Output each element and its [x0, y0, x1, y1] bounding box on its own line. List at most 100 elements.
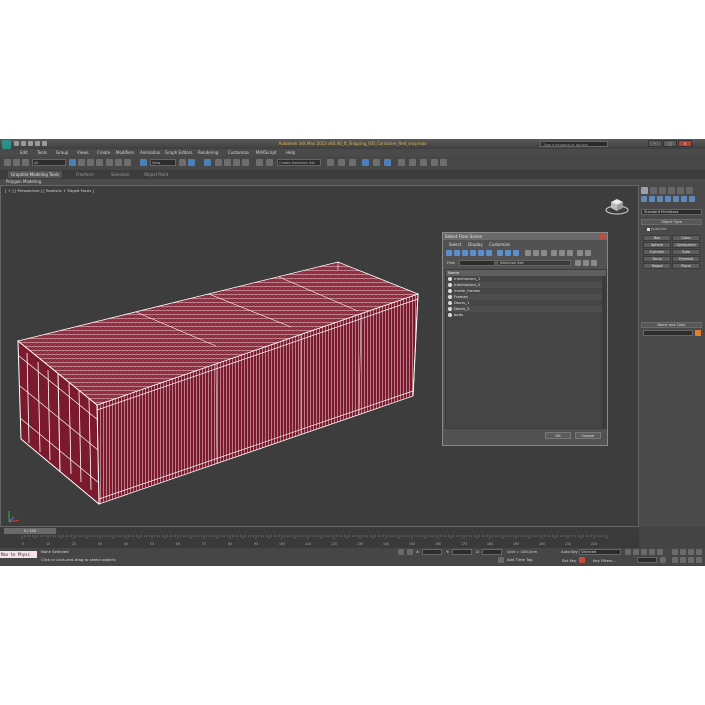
align-icon[interactable] — [327, 159, 334, 166]
select-invert-icon[interactable] — [567, 250, 573, 256]
dialog-options-icon[interactable] — [591, 260, 597, 266]
cone-button[interactable]: Cone — [672, 235, 700, 241]
previous-frame-icon[interactable] — [633, 549, 639, 555]
list-scrollbar[interactable] — [602, 276, 606, 428]
menu-animation[interactable]: Animation — [140, 150, 160, 155]
next-frame-icon[interactable] — [649, 549, 655, 555]
find-input[interactable] — [459, 260, 495, 266]
zoom-extents-all-icon[interactable] — [696, 549, 702, 555]
tab-object-paint[interactable]: Object Paint — [141, 171, 171, 178]
selection-set-dropdown[interactable]: Create Selection Set — [277, 159, 321, 166]
cameras-icon[interactable] — [665, 196, 671, 202]
list-item[interactable]: bolts — [446, 312, 606, 318]
maxscript-listener[interactable]: Max to Physc — [0, 551, 37, 558]
rectangular-selection-icon[interactable] — [87, 159, 94, 166]
pivot-center-icon[interactable] — [179, 159, 186, 166]
display-invert-icon[interactable] — [541, 250, 547, 256]
filter-icon[interactable] — [585, 250, 591, 256]
menu-tools[interactable]: Tools — [37, 150, 47, 155]
menu-maxscript[interactable]: MAXScript — [256, 150, 277, 155]
pan-icon[interactable] — [680, 557, 686, 563]
tab-graphite-modeling-tools[interactable]: Graphite Modeling Tools — [8, 171, 63, 178]
primitive-category-dropdown[interactable]: Standard Primitives — [641, 209, 702, 215]
field-of-view-icon[interactable] — [672, 557, 678, 563]
orbit-icon[interactable] — [688, 557, 694, 563]
shapes-icon[interactable] — [649, 196, 655, 202]
spacewarps-icon[interactable] — [681, 196, 687, 202]
polygon-modeling-label[interactable]: Polygon Modeling — [6, 179, 41, 184]
menu-rendering[interactable]: Rendering — [198, 150, 218, 155]
play-icon[interactable] — [641, 549, 647, 555]
rendered-frame-window-icon[interactable] — [409, 159, 416, 166]
search-input[interactable]: Type a keyword or phrase — [540, 141, 608, 147]
hierarchy-tab-icon[interactable] — [659, 187, 666, 194]
ok-button[interactable]: OK — [545, 432, 571, 439]
z-coordinate-field[interactable] — [482, 549, 502, 555]
layer-manager-icon[interactable] — [338, 159, 345, 166]
motion-tab-icon[interactable] — [668, 187, 675, 194]
helpers-icon[interactable] — [673, 196, 679, 202]
maximize-button[interactable]: □ — [663, 140, 677, 147]
display-bones-icon[interactable] — [513, 250, 519, 256]
name-and-color-rollout[interactable]: Name and Color — [641, 322, 702, 328]
sphere-button[interactable]: Sphere — [643, 242, 671, 248]
menu-graph-editors[interactable]: Graph Editors — [165, 150, 192, 155]
set-keys-icon[interactable] — [579, 557, 585, 563]
object-color-swatch[interactable] — [695, 330, 701, 336]
select-move-icon[interactable] — [106, 159, 113, 166]
systems-icon[interactable] — [689, 196, 695, 202]
reference-coordinate-icon[interactable] — [140, 159, 147, 166]
dialog-close-icon[interactable] — [600, 234, 605, 239]
pyramid-button[interactable]: Pyramid — [672, 256, 700, 262]
select-rotate-icon[interactable] — [115, 159, 122, 166]
maximize-viewport-icon[interactable] — [696, 557, 702, 563]
object-name-field[interactable] — [643, 330, 693, 336]
box-button[interactable]: Box — [643, 235, 671, 241]
display-cameras-icon[interactable] — [470, 250, 476, 256]
menu-modifiers[interactable]: Modifiers — [116, 150, 134, 155]
add-time-tag[interactable]: Add Time Tag — [507, 557, 532, 562]
tube-button[interactable]: Tube — [672, 249, 700, 255]
spinner-snap-icon[interactable] — [242, 159, 249, 166]
render-setup-icon[interactable] — [398, 159, 405, 166]
activeshade-icon[interactable] — [440, 159, 447, 166]
absolute-mode-icon[interactable] — [407, 549, 413, 555]
graphite-toggle-icon[interactable] — [349, 159, 356, 166]
edit-named-selection-icon[interactable] — [256, 159, 263, 166]
go-to-start-icon[interactable] — [625, 549, 631, 555]
keyboard-shortcut-icon[interactable] — [204, 159, 211, 166]
display-geometry-icon[interactable] — [446, 250, 452, 256]
minimize-button[interactable]: – — [648, 140, 662, 147]
utilities-tab-icon[interactable] — [686, 187, 693, 194]
tab-selection[interactable]: Selection — [108, 171, 132, 178]
object-type-rollout[interactable]: Object Type — [641, 219, 702, 225]
dialog-menu-display[interactable]: Display — [468, 242, 483, 247]
view-dropdown[interactable]: View — [150, 159, 176, 166]
menu-create[interactable]: Create — [97, 150, 110, 155]
zoom-all-icon[interactable] — [680, 549, 686, 555]
key-filters-button[interactable]: Key Filters... — [593, 558, 616, 563]
dialog-save-set-icon[interactable] — [575, 260, 581, 266]
angle-snap-icon[interactable] — [224, 159, 231, 166]
dialog-menu-customize[interactable]: Customize — [489, 242, 510, 247]
key-mode-dropdown[interactable]: Selected — [579, 549, 621, 555]
select-none-icon[interactable] — [559, 250, 565, 256]
plane-button[interactable]: Plane — [672, 263, 700, 269]
time-tag-icon[interactable] — [498, 557, 504, 563]
selection-set-dropdown[interactable]: Selection Set: — [497, 260, 571, 266]
auto-key-button[interactable]: Auto Key — [561, 549, 578, 554]
create-tab-icon[interactable] — [641, 187, 648, 194]
x-coordinate-field[interactable] — [422, 549, 442, 555]
menu-edit[interactable]: Edit — [20, 150, 28, 155]
menu-views[interactable]: Views — [77, 150, 89, 155]
menu-group[interactable]: Group — [56, 150, 68, 155]
set-key-button[interactable]: Set Key — [562, 558, 576, 563]
unlink-icon[interactable] — [13, 159, 20, 166]
display-all-icon[interactable] — [525, 250, 531, 256]
select-all-icon[interactable] — [551, 250, 557, 256]
link-icon[interactable] — [4, 159, 11, 166]
geometry-icon[interactable] — [641, 196, 647, 202]
display-shapes-icon[interactable] — [454, 250, 460, 256]
geosphere-button[interactable]: GeoSphere — [672, 242, 700, 248]
menu-customize[interactable]: Customize — [228, 150, 249, 155]
